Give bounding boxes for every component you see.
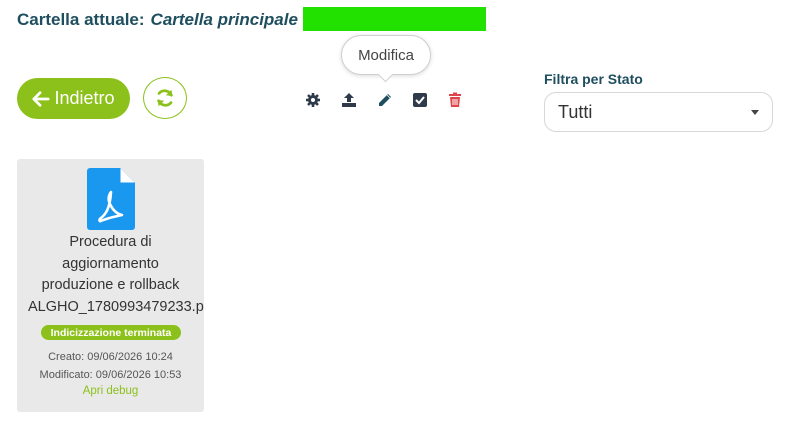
trash-icon xyxy=(449,92,461,107)
created-date: Creato: 09/06/2026 10:24 xyxy=(48,351,173,363)
breadcrumb: Cartella attuale: Cartella principale / xyxy=(17,9,313,31)
status-badge: Indicizzazione terminata xyxy=(41,325,181,340)
delete-button[interactable] xyxy=(446,91,464,109)
pdf-file-icon xyxy=(87,168,135,230)
pencil-icon xyxy=(379,94,391,106)
settings-button[interactable] xyxy=(304,91,322,109)
refresh-button[interactable] xyxy=(143,77,187,119)
refresh-icon xyxy=(157,89,173,107)
file-name-line: Procedura di xyxy=(69,234,152,250)
file-name-line: aggiornamento xyxy=(62,255,159,272)
breadcrumb-current-folder[interactable]: Cartella principale xyxy=(151,10,298,30)
status-filter-value: Tutti xyxy=(558,101,593,122)
edit-button[interactable] xyxy=(376,91,394,109)
gear-icon xyxy=(306,93,320,107)
upload-button[interactable] xyxy=(340,91,358,109)
filter-label: Filtra per Stato xyxy=(544,71,643,87)
file-name-line: ALGHO_1780993479233.pdf xyxy=(28,298,204,315)
file-card[interactable]: Procedura di aggiornamento produzione e … xyxy=(17,159,204,412)
checkbox-icon xyxy=(413,93,427,107)
breadcrumb-prefix: Cartella attuale: xyxy=(17,10,145,29)
modified-date: Modificato: 09/06/2026 10:53 xyxy=(39,369,182,381)
file-name-line: produzione e rollback xyxy=(41,277,180,293)
breadcrumb-highlight xyxy=(303,7,486,31)
caret-down-icon xyxy=(751,110,759,115)
back-button[interactable]: Indietro xyxy=(17,78,130,119)
back-button-label: Indietro xyxy=(54,88,115,108)
edit-tooltip: Modifica xyxy=(341,35,431,75)
open-debug-link[interactable]: Apri debug xyxy=(17,385,204,397)
status-filter-select[interactable]: Tutti xyxy=(544,92,773,132)
file-name: Procedura di aggiornamento produzione e … xyxy=(17,232,204,318)
upload-icon xyxy=(342,93,356,107)
arrow-left-icon xyxy=(32,90,51,107)
select-button[interactable] xyxy=(411,91,429,109)
